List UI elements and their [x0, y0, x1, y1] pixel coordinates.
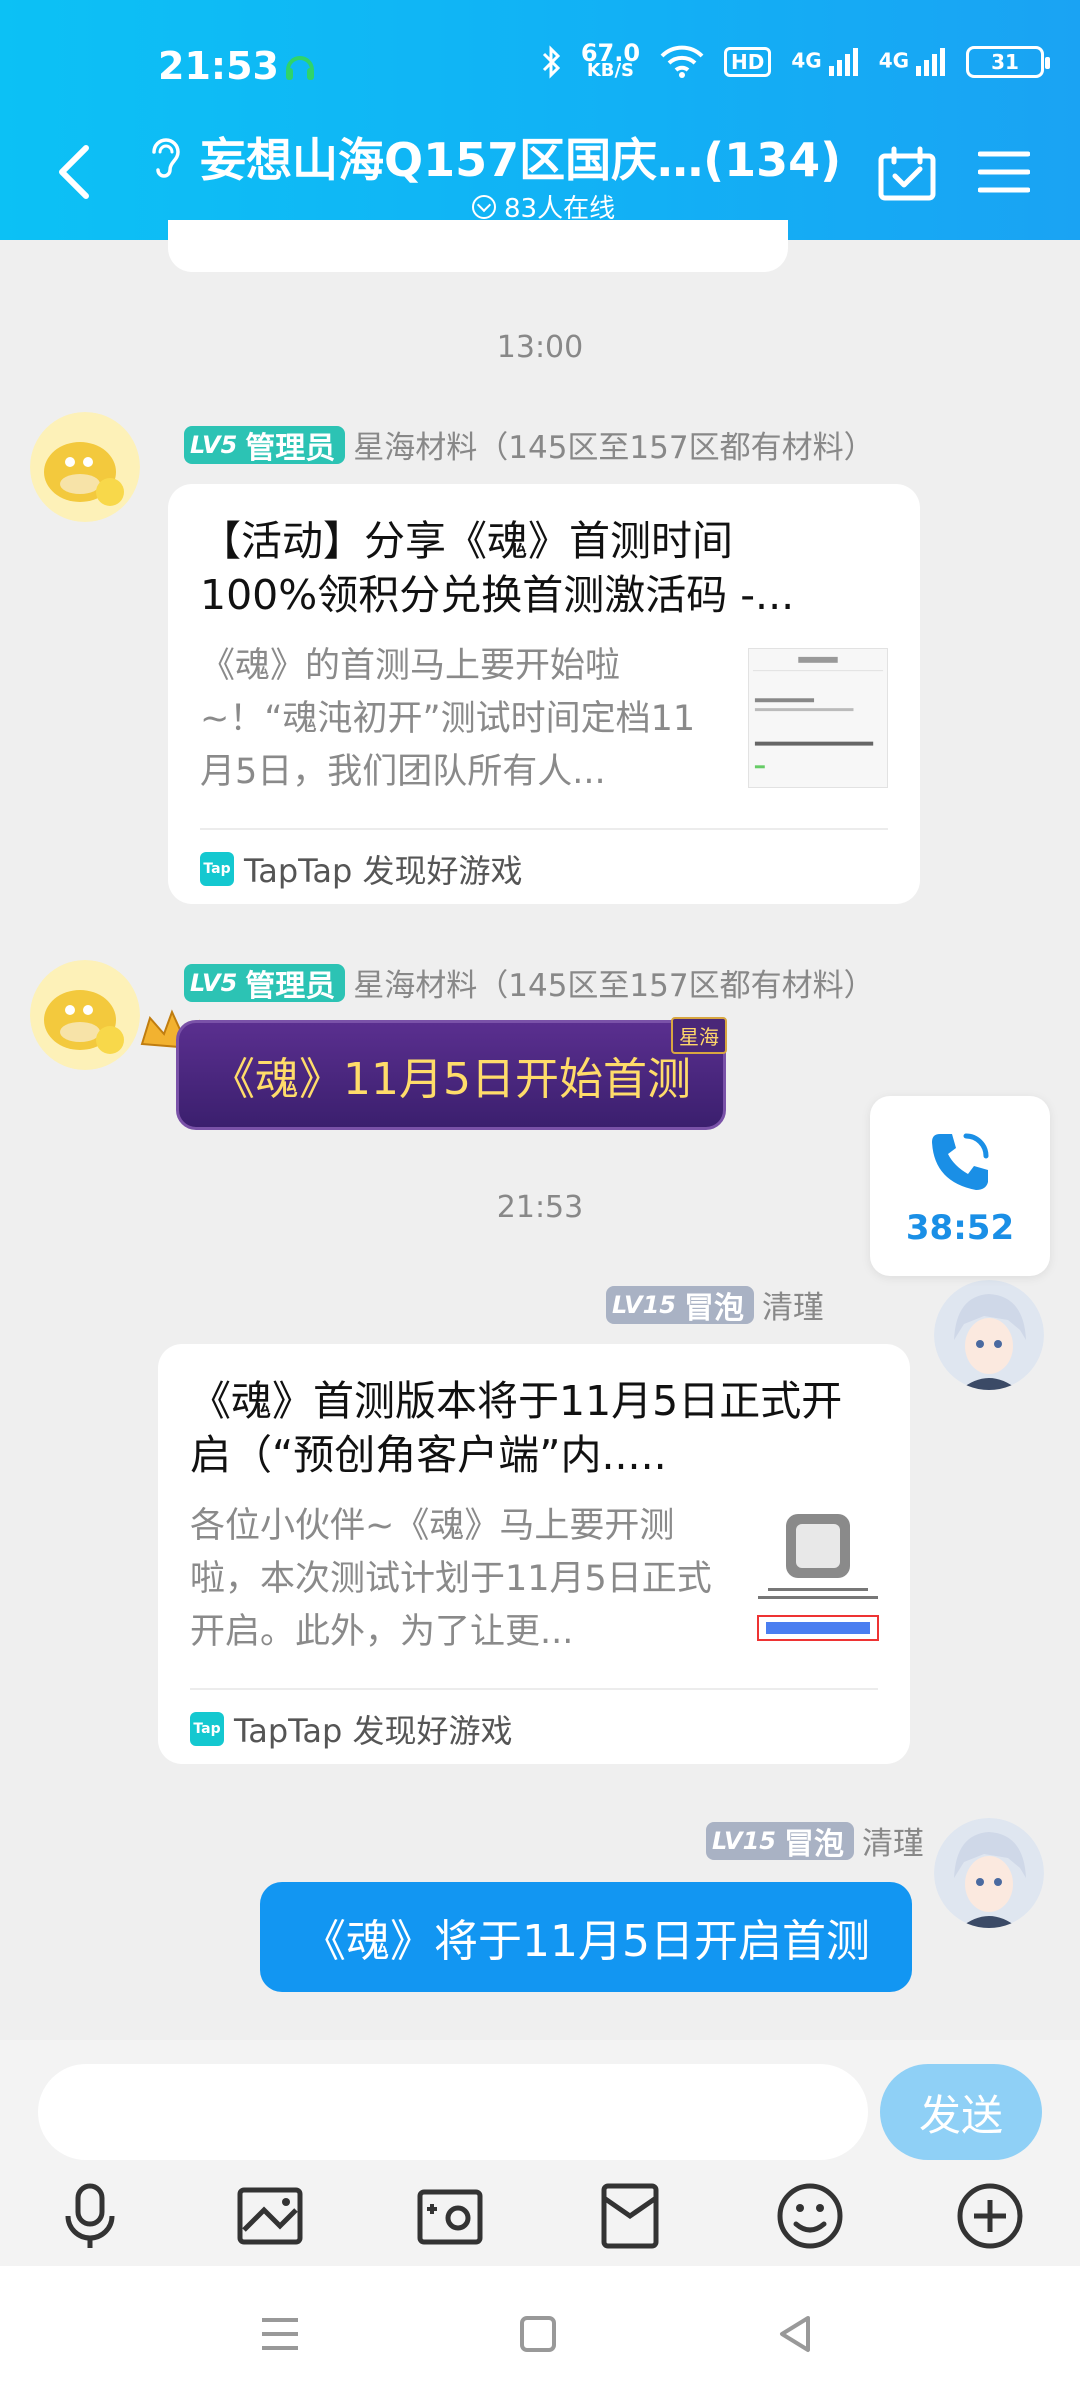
chevron-down-icon — [472, 194, 496, 219]
system-nav-bar — [0, 2266, 1080, 2400]
wifi-icon — [660, 45, 704, 78]
calendar-check-icon[interactable] — [878, 146, 936, 202]
bubble-tag: 星海 — [671, 1017, 727, 1054]
card-divider — [200, 828, 888, 830]
level-badge: LV15 冒泡 — [606, 1285, 754, 1326]
input-bar: 发送 — [0, 2040, 1080, 2266]
emoji-icon[interactable] — [774, 2180, 846, 2252]
level-badge: LV5 管理员 — [184, 425, 346, 466]
level-badge: LV15 冒泡 — [706, 1821, 854, 1862]
net-speed: 67.0 KB/S — [580, 39, 641, 81]
message-bubble[interactable]: 《魂》11月5日开始首测 星海 — [176, 1017, 727, 1130]
card-thumbnail — [748, 1508, 888, 1648]
recents-icon[interactable] — [256, 2310, 304, 2358]
red-packet-icon[interactable] — [594, 2180, 666, 2252]
back-nav-icon[interactable] — [772, 2310, 820, 2358]
image-icon[interactable] — [234, 2180, 306, 2252]
taptap-icon: Tap — [190, 1712, 224, 1746]
link-card[interactable]: 《魂》首测版本将于11月5日正式开启（“预创角客户端”内..... 各位小伙伴~… — [158, 1344, 910, 1764]
status-icons: 67.0 KB/S HD 4G 4G 31 — [541, 39, 1050, 81]
status-time: 21:53 — [158, 44, 279, 88]
status-bar: 21:53 67.0 KB/S HD 4G 4G 31 — [0, 40, 1080, 96]
sender-info: LV5 管理员 星海材料（145区至157区都有材料） — [184, 960, 875, 1005]
ear-icon[interactable] — [144, 134, 184, 180]
headset-icon — [286, 56, 314, 80]
call-floating-button[interactable]: 38:52 — [870, 1096, 1050, 1276]
avatar[interactable] — [30, 412, 140, 522]
hd-icon: HD — [724, 47, 772, 77]
signal-icon-2: 4G — [879, 48, 946, 76]
sender-name[interactable]: 清瑾 — [762, 1282, 824, 1327]
avatar[interactable] — [30, 960, 140, 1070]
sender-info: LV15 冒泡 清瑾 — [606, 1282, 824, 1327]
sender-info: LV15 冒泡 清瑾 — [706, 1818, 924, 1863]
chat-header: 21:53 67.0 KB/S HD 4G 4G 31 妄想山海Q157区国庆…… — [0, 0, 1080, 240]
sender-name[interactable]: 星海材料（145区至157区都有材料） — [353, 422, 874, 467]
plus-icon[interactable] — [954, 2180, 1026, 2252]
sender-name[interactable]: 清瑾 — [862, 1818, 924, 1863]
card-title: 【活动】分享《魂》首测时间100%领积分兑换首测激活码 -... — [200, 517, 795, 619]
card-description: 各位小伙伴~《魂》马上要开测啦，本次测试计划于11月5日正式开启。此外，为了让更… — [190, 1506, 712, 1652]
message-bubble[interactable]: 《魂》将于11月5日开启首测 — [260, 1882, 912, 1992]
battery-icon: 31 — [966, 46, 1050, 78]
sender-info: LV5 管理员 星海材料（145区至157区都有材料） — [184, 422, 875, 467]
signal-icon-1: 4G — [791, 48, 858, 76]
card-description: 《魂》的首测马上要开始啦~！“魂沌初开”测试时间定档11月5日，我们团队所有人.… — [200, 646, 696, 792]
group-title[interactable]: 妄想山海Q157区国庆…(134) — [200, 124, 841, 190]
card-source: Tap TapTap 发现好游戏 — [190, 1706, 513, 1752]
timestamp: 13:00 — [496, 330, 584, 365]
card-source: Tap TapTap 发现好游戏 — [200, 846, 523, 892]
bluetooth-icon — [542, 45, 560, 79]
menu-icon[interactable] — [978, 150, 1030, 194]
message-input[interactable] — [38, 2064, 868, 2160]
camera-icon[interactable] — [414, 2180, 486, 2252]
avatar[interactable] — [934, 1818, 1044, 1928]
message-text: 《魂》将于11月5日开启首测 — [302, 1916, 870, 1967]
level-badge: LV5 管理员 — [184, 963, 346, 1004]
phone-icon — [932, 1133, 989, 1190]
card-thumbnail — [748, 648, 888, 788]
send-button[interactable]: 发送 — [880, 2064, 1042, 2160]
link-card[interactable]: 【活动】分享《魂》首测时间100%领积分兑换首测激活码 -... 《魂》的首测马… — [168, 484, 920, 904]
taptap-icon: Tap — [200, 852, 234, 886]
card-title: 《魂》首测版本将于11月5日正式开启（“预创角客户端”内..... — [190, 1377, 843, 1479]
microphone-icon[interactable] — [54, 2180, 126, 2252]
message-text: 《魂》11月5日开始首测 — [211, 1054, 691, 1105]
sender-name[interactable]: 星海材料（145区至157区都有材料） — [353, 960, 874, 1005]
card-divider — [190, 1688, 878, 1690]
avatar[interactable] — [934, 1280, 1044, 1390]
home-icon[interactable] — [514, 2310, 562, 2358]
message-card-partial[interactable] — [168, 220, 788, 272]
call-duration: 38:52 — [905, 1208, 1015, 1248]
back-icon[interactable] — [56, 144, 92, 200]
